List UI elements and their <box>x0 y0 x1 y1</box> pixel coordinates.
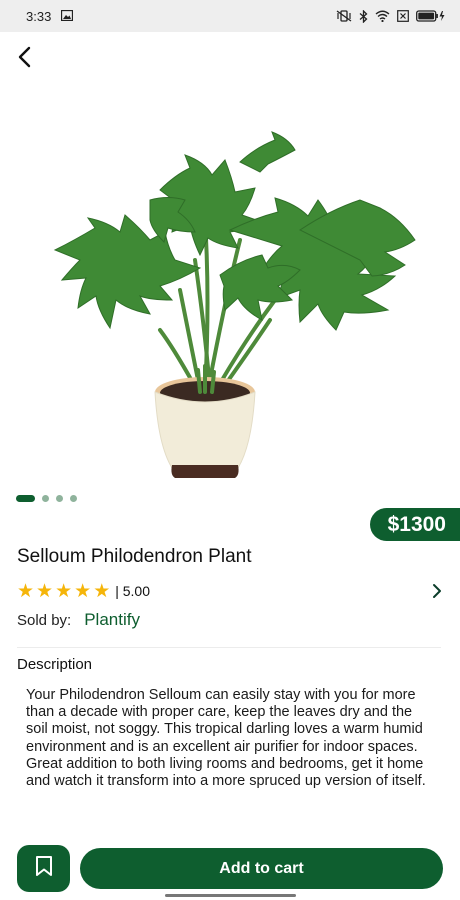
seller-link[interactable]: Plantify <box>84 610 140 630</box>
product-title: Selloum Philodendron Plant <box>17 546 252 567</box>
star-icon: ★ <box>93 580 111 602</box>
status-time: 3:33 <box>26 8 52 24</box>
bookmark-icon <box>35 855 53 882</box>
status-bar: 3:33 <box>0 0 460 32</box>
star-icon: ★ <box>55 580 73 602</box>
rating-stars: ★ ★ ★ ★ ★ <box>17 581 110 601</box>
rating-value: | 5.00 <box>115 583 151 599</box>
carousel-dot-active[interactable] <box>16 495 35 502</box>
carousel-dot[interactable] <box>70 495 77 502</box>
bluetooth-icon <box>359 9 368 23</box>
sold-by-label: Sold by: <box>17 611 72 629</box>
chevron-left-icon <box>17 46 33 73</box>
price-badge: $1300 <box>369 508 460 541</box>
gallery-notification-icon <box>61 9 74 24</box>
description-text: Your Philodendron Selloum can easily sta… <box>26 687 426 790</box>
seller-row: Sold by: Plantify <box>17 610 140 630</box>
vibrate-off-icon <box>336 10 352 22</box>
battery-charging-icon <box>416 10 446 22</box>
carousel-dot[interactable] <box>56 495 63 502</box>
rating-row[interactable]: ★ ★ ★ ★ ★ | 5.00 <box>17 580 445 602</box>
back-button[interactable] <box>10 44 40 74</box>
home-indicator <box>165 894 296 897</box>
star-icon: ★ <box>74 580 92 602</box>
bookmark-button[interactable] <box>17 845 70 892</box>
description-heading: Description <box>17 656 93 673</box>
add-to-cart-button[interactable]: Add to cart <box>80 848 443 889</box>
divider <box>17 647 441 648</box>
star-icon: ★ <box>36 580 54 602</box>
wifi-icon <box>375 10 390 22</box>
sim-card-icon <box>397 10 409 22</box>
carousel-indicator <box>16 495 77 502</box>
star-icon: ★ <box>17 580 35 602</box>
product-image <box>0 100 460 490</box>
carousel-dot[interactable] <box>42 495 49 502</box>
chevron-right-icon[interactable] <box>429 581 445 601</box>
